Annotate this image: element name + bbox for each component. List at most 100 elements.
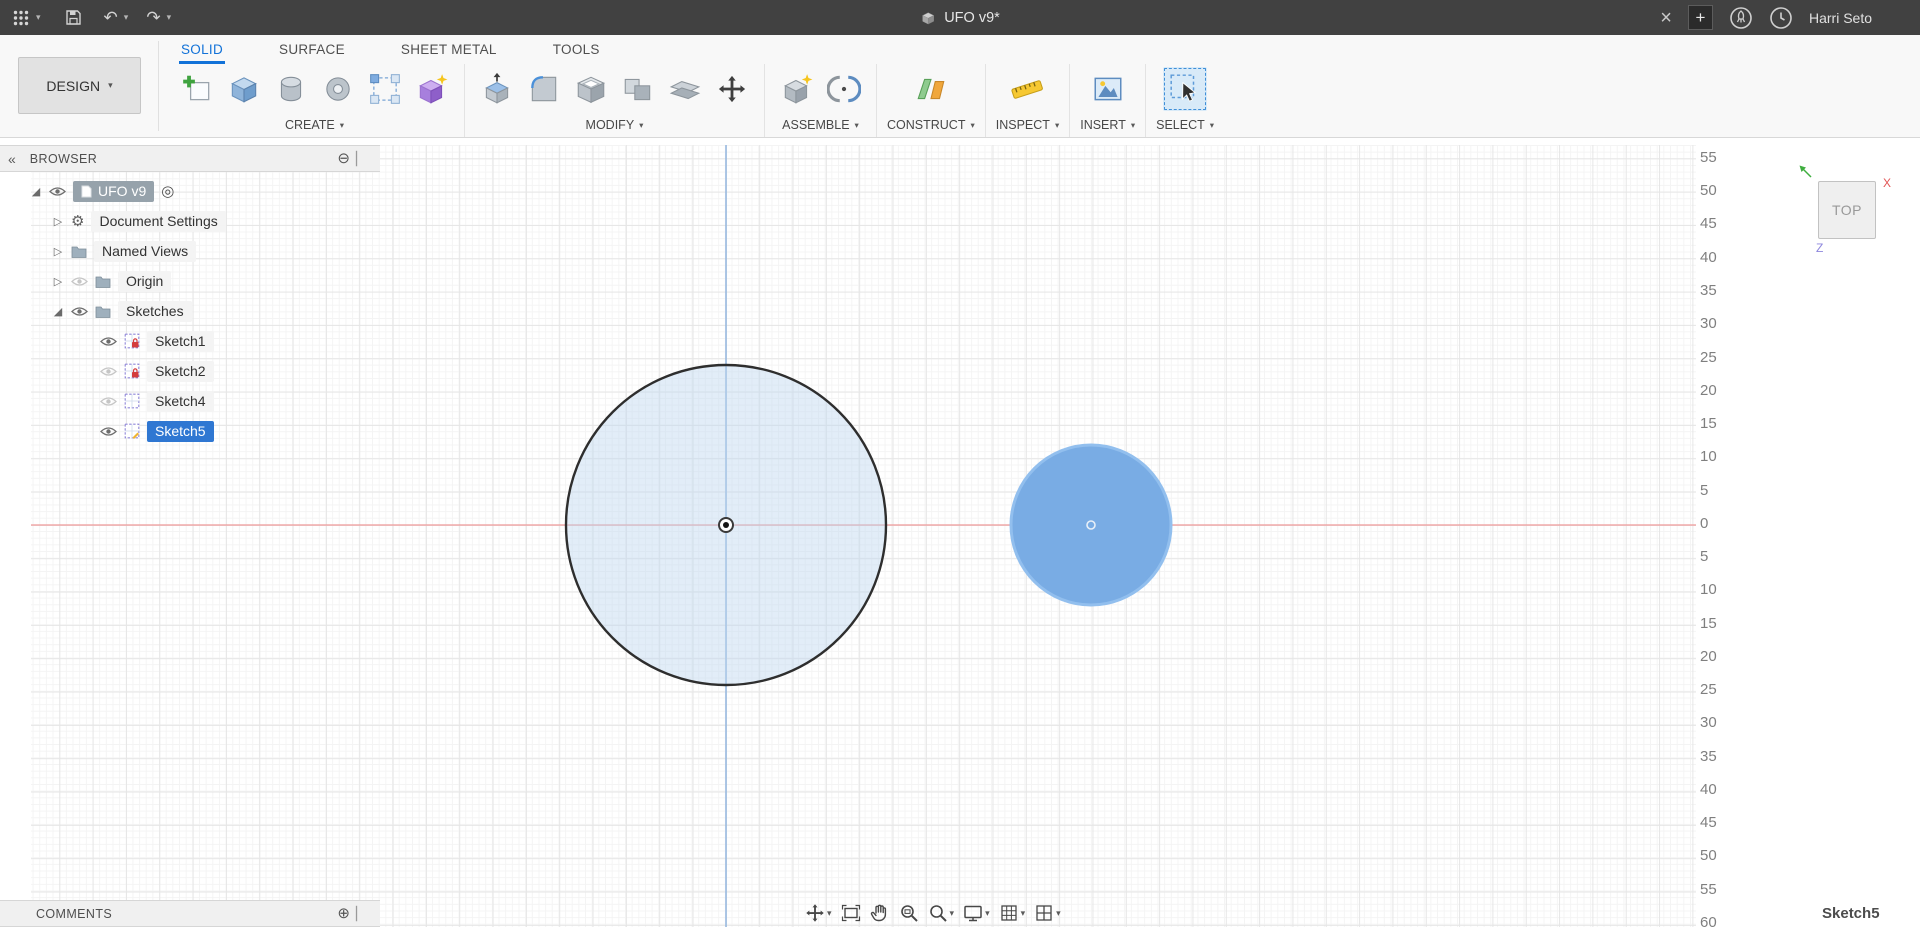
- measure-icon[interactable]: [1005, 67, 1049, 111]
- new-component-icon[interactable]: [775, 67, 819, 111]
- assemble-dropdown[interactable]: ASSEMBLE ▾: [782, 118, 859, 137]
- insert-canvas-icon[interactable]: [1086, 67, 1130, 111]
- ruler-tick: 30: [1700, 714, 1717, 731]
- insert-dropdown[interactable]: INSERT ▾: [1080, 118, 1135, 137]
- select-dropdown[interactable]: SELECT ▾: [1156, 118, 1214, 137]
- visibility-eye-icon[interactable]: [71, 306, 88, 317]
- comments-bar[interactable]: COMMENTS ⊕ ▏: [0, 900, 380, 927]
- browser-row-document-settings[interactable]: ▷ ⚙ Document Settings: [0, 206, 226, 236]
- inspect-dropdown[interactable]: INSPECT ▾: [996, 118, 1059, 137]
- undo-icon[interactable]: ↶: [104, 9, 118, 26]
- combine-icon[interactable]: [616, 67, 660, 111]
- tab-surface[interactable]: SURFACE: [277, 37, 347, 64]
- sketch-grid[interactable]: [31, 145, 1696, 927]
- workspace-caret-icon: ▾: [108, 80, 113, 90]
- document-tab[interactable]: UFO v9*: [920, 0, 1000, 35]
- expander-expanded-icon[interactable]: ◢: [30, 185, 42, 198]
- modify-dropdown[interactable]: MODIFY ▾: [586, 118, 644, 137]
- apps-grid-icon[interactable]: [12, 9, 30, 27]
- offset-face-icon[interactable]: [663, 67, 707, 111]
- browser-row-sketch5[interactable]: Sketch5: [0, 416, 214, 446]
- expander-expanded-icon[interactable]: ◢: [52, 305, 64, 318]
- torus-icon[interactable]: [316, 67, 360, 111]
- caret-down-icon: ▾: [1130, 119, 1136, 130]
- browser-row-label[interactable]: Sketch1: [147, 330, 214, 352]
- ruler-tick: 40: [1700, 249, 1717, 266]
- comments-expand-icon[interactable]: ⊕: [337, 906, 350, 921]
- select-icon[interactable]: [1163, 67, 1208, 111]
- browser-collapse-icon[interactable]: «: [8, 151, 16, 167]
- toolbar-group-insert: INSERT ▾: [1070, 64, 1147, 137]
- browser-row-root[interactable]: ◢ UFO v9 ◎: [0, 176, 174, 206]
- browser-row-label[interactable]: Sketch5: [147, 420, 214, 442]
- visibility-eye-off-icon[interactable]: [100, 396, 117, 407]
- browser-row-label[interactable]: Sketch4: [147, 390, 214, 412]
- create-sketch-icon[interactable]: [175, 67, 219, 111]
- browser-row-sketches[interactable]: ◢ Sketches: [0, 296, 192, 326]
- redo-icon[interactable]: ↷: [146, 9, 160, 26]
- caret-down-icon: ▾: [985, 907, 990, 918]
- browser-row-label[interactable]: Sketches: [118, 300, 192, 322]
- folder-icon: [95, 275, 111, 288]
- tab-tools[interactable]: TOOLS: [551, 37, 602, 64]
- cylinder-icon[interactable]: [269, 67, 313, 111]
- save-icon[interactable]: [65, 9, 82, 26]
- display-settings-button[interactable]: ▾: [963, 903, 990, 923]
- comments-resize-handle[interactable]: ▏: [356, 906, 366, 922]
- visibility-eye-off-icon[interactable]: [100, 366, 117, 377]
- create-form-icon[interactable]: [410, 67, 454, 111]
- workspace-selector-button[interactable]: DESIGN ▾: [18, 57, 141, 114]
- zoom-window-button[interactable]: [899, 903, 919, 923]
- zoom-button[interactable]: ▾: [928, 903, 954, 923]
- browser-row-label[interactable]: Named Views: [94, 240, 197, 262]
- tab-solid[interactable]: SOLID: [179, 37, 226, 64]
- browser-row-origin[interactable]: ▷ Origin: [0, 266, 172, 296]
- activate-component-radio-icon[interactable]: ◎: [161, 184, 174, 199]
- visibility-eye-off-icon[interactable]: [71, 276, 88, 287]
- new-document-tab-button[interactable]: +: [1687, 5, 1713, 30]
- fit-button[interactable]: [841, 903, 861, 923]
- expander-collapsed-icon[interactable]: ▷: [52, 275, 64, 288]
- construction-plane-icon[interactable]: [909, 67, 953, 111]
- visibility-eye-icon[interactable]: [49, 186, 66, 197]
- expander-collapsed-icon[interactable]: ▷: [52, 215, 64, 228]
- visibility-eye-icon[interactable]: [100, 336, 117, 347]
- browser-row-sketch4[interactable]: Sketch4: [0, 386, 214, 416]
- joint-icon[interactable]: [822, 67, 866, 111]
- browser-row-sketch2[interactable]: Sketch2: [0, 356, 214, 386]
- user-account-button[interactable]: Harri Seto: [1809, 10, 1872, 26]
- browser-display-toggle-icon[interactable]: ⊖: [337, 151, 350, 166]
- apps-menu-caret-icon[interactable]: ▾: [36, 12, 41, 23]
- extensions-icon[interactable]: [1729, 6, 1753, 30]
- visibility-eye-icon[interactable]: [100, 426, 117, 437]
- job-status-icon[interactable]: [1769, 6, 1793, 30]
- axis-z-label: Z: [1816, 241, 1824, 255]
- browser-row-sketch1[interactable]: Sketch1: [0, 326, 214, 356]
- grid-snaps-button[interactable]: ▾: [999, 903, 1025, 923]
- close-document-icon[interactable]: ×: [1660, 8, 1672, 28]
- redo-caret-icon[interactable]: ▾: [167, 12, 172, 23]
- box-icon[interactable]: [222, 67, 266, 111]
- document-icon: [920, 10, 936, 26]
- browser-row-label[interactable]: Document Settings: [91, 210, 226, 232]
- browser-row-label[interactable]: Sketch2: [147, 360, 214, 382]
- create-dropdown[interactable]: CREATE ▾: [285, 118, 344, 137]
- move-copy-icon[interactable]: [710, 67, 754, 111]
- browser-row-label[interactable]: Origin: [118, 270, 172, 292]
- ruler-tick: 10: [1700, 581, 1717, 598]
- shell-icon[interactable]: [569, 67, 613, 111]
- browser-row-named-views[interactable]: ▷ Named Views: [0, 236, 197, 266]
- viewports-button[interactable]: ▾: [1034, 903, 1061, 923]
- tab-sheet-metal[interactable]: SHEET METAL: [399, 37, 499, 64]
- fillet-icon[interactable]: [522, 67, 566, 111]
- press-pull-icon[interactable]: [475, 67, 519, 111]
- construct-dropdown[interactable]: CONSTRUCT ▾: [887, 118, 975, 137]
- pan-hand-button[interactable]: [870, 903, 890, 923]
- pan-orbit-button[interactable]: ▾: [805, 903, 832, 923]
- viewcube[interactable]: TOP: [1818, 181, 1876, 239]
- toolbar-group-select: SELECT ▾: [1146, 64, 1224, 137]
- rectangular-pattern-icon[interactable]: [363, 67, 407, 111]
- expander-collapsed-icon[interactable]: ▷: [52, 245, 64, 258]
- browser-resize-handle[interactable]: ▏: [356, 151, 366, 167]
- undo-caret-icon[interactable]: ▾: [124, 12, 129, 23]
